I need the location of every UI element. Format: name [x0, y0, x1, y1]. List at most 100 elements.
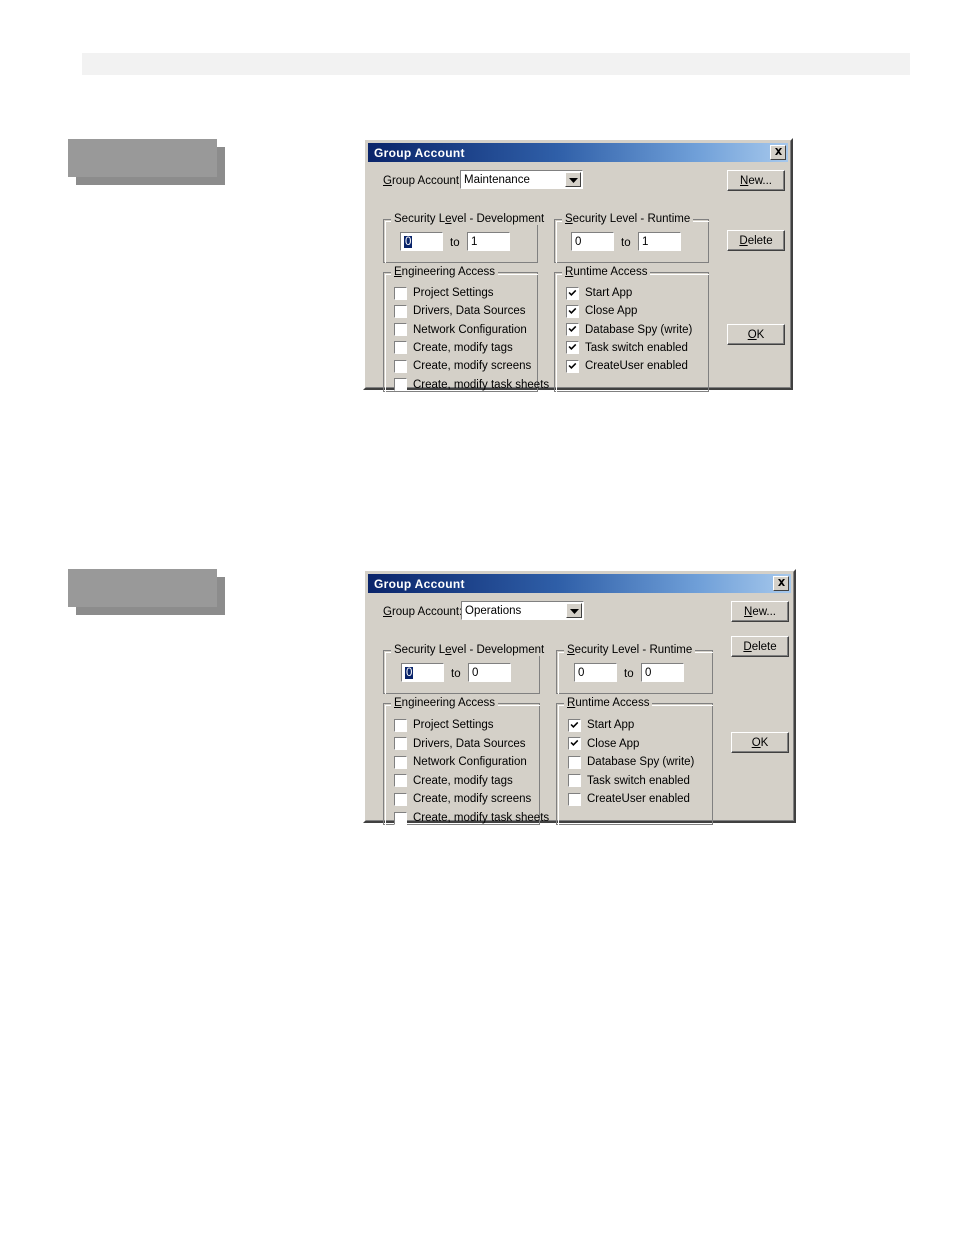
checkbox-checked-icon[interactable] — [566, 304, 579, 318]
close-glyph — [778, 579, 785, 586]
runtime-access-checkbox-row-4[interactable]: CreateUser enabled — [568, 792, 690, 806]
dev-to-label: to — [451, 668, 461, 680]
runtime-access-legend: Runtime Access — [562, 266, 651, 278]
ok-button-label: OK — [751, 736, 769, 749]
runtime-security-from-input[interactable]: 0 — [571, 232, 614, 251]
chevron-down-icon[interactable] — [566, 603, 582, 618]
engineering-access-checkbox-row-2[interactable]: Network Configuration — [394, 755, 527, 769]
checkbox-checked-icon[interactable] — [566, 341, 579, 355]
close-icon[interactable] — [773, 576, 789, 591]
checkbox-checked-icon[interactable] — [566, 286, 579, 300]
dev-security-from-input[interactable]: 0 — [401, 663, 444, 682]
engineering-access-checkbox-label-5: Create, modify task sheets — [413, 378, 550, 391]
checkbox-unchecked-icon[interactable] — [394, 341, 407, 355]
runtime-security-to-input[interactable]: 0 — [641, 663, 684, 682]
dev-security-from-value: 0 — [404, 235, 413, 248]
runtime-access-checkbox-row-1[interactable]: Close App — [566, 304, 637, 318]
checkbox-unchecked-icon[interactable] — [568, 792, 581, 806]
titlebar[interactable]: Group Account — [368, 574, 791, 593]
engineering-access-checkbox-label-1: Drivers, Data Sources — [413, 737, 526, 750]
engineering-access-checkbox-row-1[interactable]: Drivers, Data Sources — [394, 737, 525, 751]
checkbox-unchecked-icon[interactable] — [394, 755, 407, 769]
engineering-access-checkbox-row-5[interactable]: Create, modify task sheets — [394, 378, 549, 392]
engineering-access-checkbox-row-0[interactable]: Project Settings — [394, 286, 494, 300]
delete-button[interactable]: Delete — [727, 230, 785, 251]
ok-button[interactable]: OK — [727, 324, 785, 345]
runtime-access-checkbox-row-0[interactable]: Start App — [568, 718, 634, 732]
group-account-dialog-operations[interactable]: Group Account Group Account: Operations … — [363, 569, 796, 825]
engineering-access-checkbox-row-4[interactable]: Create, modify screens — [394, 359, 531, 373]
security-level-runtime-legend: Security Level - Runtime — [562, 213, 694, 225]
engineering-access-checkbox-label-0: Project Settings — [413, 719, 494, 731]
runtime-access-checkbox-row-3[interactable]: Task switch enabled — [566, 341, 688, 355]
runtime-access-checkbox-label-0: Start App — [585, 287, 633, 299]
engineering-access-checkbox-row-4[interactable]: Create, modify screens — [394, 792, 531, 806]
dialog-body: Group Account: Maintenance Security Leve… — [368, 162, 788, 392]
runtime-access-checkbox-row-2[interactable]: Database Spy (write) — [566, 323, 692, 337]
group-account-label: Group Account: — [383, 175, 463, 187]
runtime-security-from-input[interactable]: 0 — [574, 663, 617, 682]
group-account-label: Group Account: — [383, 606, 463, 618]
chevron-down-icon[interactable] — [565, 172, 581, 187]
dev-security-from-input[interactable]: 0 — [400, 232, 443, 251]
checkmark-glyph — [570, 739, 579, 747]
runtime-security-from-value: 0 — [578, 666, 585, 679]
checkbox-unchecked-icon[interactable] — [394, 811, 407, 825]
runtime-access-checkbox-row-3[interactable]: Task switch enabled — [568, 774, 690, 788]
close-icon[interactable] — [770, 145, 786, 160]
checkbox-unchecked-icon[interactable] — [394, 774, 407, 788]
runtime-access-checkbox-row-1[interactable]: Close App — [568, 737, 639, 751]
runtime-to-label: to — [621, 237, 631, 249]
delete-button-label: Delete — [743, 640, 777, 653]
checkbox-checked-icon[interactable] — [566, 323, 579, 337]
checkbox-unchecked-icon[interactable] — [568, 755, 581, 769]
engineering-access-checkbox-row-3[interactable]: Create, modify tags — [394, 774, 513, 788]
checkbox-checked-icon[interactable] — [568, 718, 581, 732]
ok-button[interactable]: OK — [731, 732, 789, 753]
runtime-security-to-input[interactable]: 1 — [638, 232, 681, 251]
checkbox-checked-icon[interactable] — [568, 737, 581, 751]
engineering-access-checkbox-label-2: Network Configuration — [413, 323, 527, 336]
checkbox-checked-icon[interactable] — [566, 359, 579, 373]
engineering-access-checkbox-label-3: Create, modify tags — [413, 774, 513, 787]
runtime-access-checkbox-label-1: Close App — [587, 737, 640, 750]
checkbox-unchecked-icon[interactable] — [394, 323, 407, 337]
engineering-access-checkbox-label-4: Create, modify screens — [413, 360, 532, 373]
new-button[interactable]: New... — [731, 601, 789, 622]
dev-security-to-input[interactable]: 1 — [467, 232, 510, 251]
engineering-access-checkbox-label-0: Project Settings — [413, 287, 494, 299]
engineering-access-checkbox-row-0[interactable]: Project Settings — [394, 718, 494, 732]
runtime-security-to-value: 1 — [642, 235, 649, 248]
engineering-access-checkbox-label-2: Network Configuration — [413, 756, 527, 769]
runtime-access-checkbox-label-0: Start App — [587, 719, 635, 731]
dev-security-from-value: 0 — [405, 666, 414, 679]
titlebar[interactable]: Group Account — [368, 143, 788, 162]
new-button-label: New... — [744, 605, 776, 618]
checkbox-unchecked-icon[interactable] — [394, 792, 407, 806]
delete-button[interactable]: Delete — [731, 636, 789, 657]
checkbox-unchecked-icon[interactable] — [568, 774, 581, 788]
checkbox-unchecked-icon[interactable] — [394, 718, 407, 732]
checkbox-unchecked-icon[interactable] — [394, 359, 407, 373]
engineering-access-legend: Engineering Access — [391, 697, 499, 709]
checkbox-unchecked-icon[interactable] — [394, 737, 407, 751]
group-account-combobox[interactable]: Maintenance — [460, 170, 583, 189]
new-button[interactable]: New... — [727, 170, 785, 191]
engineering-access-checkbox-row-1[interactable]: Drivers, Data Sources — [394, 304, 525, 318]
runtime-access-checkbox-row-0[interactable]: Start App — [566, 286, 632, 300]
checkbox-unchecked-icon[interactable] — [394, 378, 407, 391]
chevron-down-glyph — [570, 609, 579, 614]
engineering-access-checkbox-row-3[interactable]: Create, modify tags — [394, 341, 513, 355]
engineering-access-checkbox-row-5[interactable]: Create, modify task sheets — [394, 811, 549, 825]
runtime-access-checkbox-row-2[interactable]: Database Spy (write) — [568, 755, 694, 769]
checkbox-unchecked-icon[interactable] — [394, 304, 407, 318]
group-account-combobox[interactable]: Operations — [461, 601, 584, 620]
engineering-access-checkbox-row-2[interactable]: Network Configuration — [394, 323, 527, 337]
checkmark-glyph — [568, 362, 577, 369]
checkbox-unchecked-icon[interactable] — [394, 286, 407, 300]
group-account-dialog-maintenance[interactable]: Group Account Group Account: Maintenance… — [363, 138, 793, 392]
dialog-title: Group Account — [374, 576, 465, 591]
runtime-access-checkbox-row-4[interactable]: CreateUser enabled — [566, 359, 688, 373]
runtime-access-checkbox-label-3: Task switch enabled — [585, 341, 688, 354]
dev-security-to-input[interactable]: 0 — [468, 663, 511, 682]
